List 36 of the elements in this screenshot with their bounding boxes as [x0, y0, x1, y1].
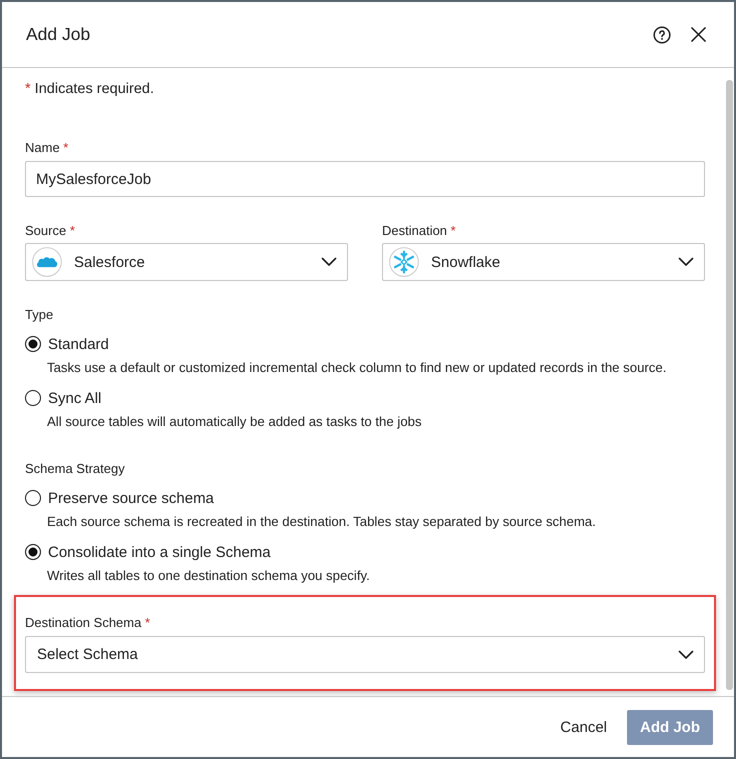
- field-label: Name *: [25, 140, 70, 156]
- option-description: Tasks use a default or customized incremental check column to find new or updated records in the source.: [47, 359, 668, 377]
- select-placeholder: Select Schema: [37, 646, 138, 663]
- group-label: Type: [25, 307, 54, 323]
- chevron-down-icon: [678, 650, 694, 660]
- radio-label[interactable]: Standard: [48, 336, 109, 352]
- select-value: Salesforce: [74, 254, 145, 270]
- option-description: All source tables will automatically be added as tasks to the jobs: [47, 413, 423, 431]
- select-value: Snowflake: [431, 254, 500, 270]
- schema-select[interactable]: Select Schema: [25, 636, 705, 673]
- field-label: Destination Schema *: [25, 615, 152, 631]
- scrollbar-thumb[interactable]: [726, 80, 733, 690]
- radio-button[interactable]: [25, 390, 41, 406]
- radio-label[interactable]: Preserve source schema: [48, 490, 214, 506]
- radio-button[interactable]: [25, 336, 41, 352]
- select-dropdown[interactable]: Snowflake: [382, 243, 705, 281]
- radio-button[interactable]: [25, 490, 41, 506]
- snowflake-icon: [389, 247, 419, 277]
- cloud-logo-icon: [32, 247, 62, 277]
- close-icon[interactable]: [691, 27, 706, 42]
- chevron-down-icon: [321, 257, 337, 267]
- field-label: Destination *: [382, 223, 457, 239]
- required-note: * Indicates required.: [25, 80, 155, 99]
- option-description: Writes all tables to one destination schema you specify.: [47, 567, 371, 585]
- help-icon[interactable]: [653, 26, 671, 44]
- radio-button[interactable]: [25, 544, 41, 560]
- radio-label[interactable]: Consolidate into a single Schema: [48, 544, 271, 560]
- select-dropdown[interactable]: Salesforce: [25, 243, 348, 281]
- cancel-button[interactable]: Cancel: [546, 710, 621, 744]
- option-description: Each source schema is recreated in the destination. Tables stay separated by source schema.: [47, 513, 597, 531]
- chevron-down-icon: [678, 257, 694, 267]
- group-label: Schema Strategy: [25, 461, 126, 477]
- field-label: Source *: [25, 223, 76, 239]
- name-input[interactable]: MySalesforceJob: [25, 161, 705, 197]
- dialog-title: Add Job: [26, 24, 90, 45]
- radio-label[interactable]: Sync All: [48, 390, 102, 406]
